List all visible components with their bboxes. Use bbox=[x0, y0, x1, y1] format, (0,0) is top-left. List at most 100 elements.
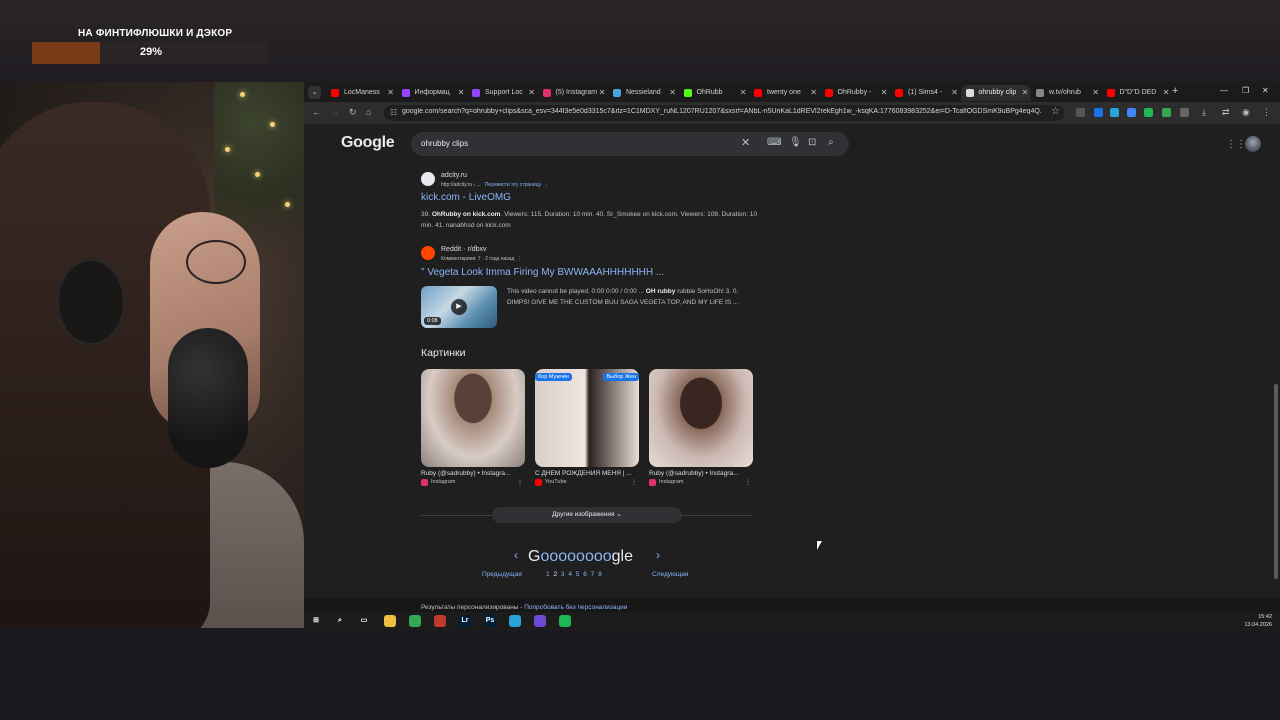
tab-close-icon[interactable]: ✕ bbox=[387, 85, 394, 101]
more-options-icon[interactable]: ⋮ bbox=[517, 479, 523, 486]
extension-icon[interactable] bbox=[1094, 108, 1103, 117]
play-icon[interactable]: ▶ bbox=[451, 299, 467, 315]
page-number-link[interactable]: 1 bbox=[546, 571, 550, 578]
result-title-link[interactable]: " Vegeta Look Imma Firing My BWWAAAHHHHH… bbox=[421, 267, 664, 278]
image-caption[interactable]: Ruby (@sadrubby) • Instagra... bbox=[649, 470, 753, 477]
browser-tab[interactable]: Информац ✕ bbox=[397, 85, 467, 101]
page-number-link[interactable]: 4 bbox=[568, 571, 572, 578]
telegram-icon[interactable] bbox=[509, 615, 521, 627]
browser-tab[interactable]: w.tv/ohrub ✕ bbox=[1031, 85, 1101, 101]
file-explorer-icon[interactable] bbox=[384, 615, 396, 627]
browser-tab[interactable]: D"D"D DED ✕ bbox=[1102, 85, 1172, 101]
tab-close-icon[interactable]: ✕ bbox=[810, 85, 817, 101]
page-number-link[interactable]: 5 bbox=[576, 571, 580, 578]
image-result[interactable]: Ruby (@sadrubby) • Instagra... Instagram… bbox=[421, 369, 525, 486]
page-scrollbar[interactable] bbox=[1274, 384, 1278, 579]
profile-icon[interactable]: ◉ bbox=[1242, 107, 1250, 118]
chrome-icon[interactable] bbox=[409, 615, 421, 627]
menu-icon[interactable]: ⋮ bbox=[1262, 107, 1271, 118]
tab-close-icon[interactable]: ✕ bbox=[669, 85, 676, 101]
translate-icon[interactable]: ⇄ bbox=[1222, 107, 1230, 118]
tab-close-icon[interactable]: ✕ bbox=[1163, 85, 1170, 101]
search-input[interactable]: ohrubby clips bbox=[421, 139, 468, 148]
browser-tab[interactable]: ohrubby clip ✕ bbox=[960, 85, 1031, 101]
forward-icon[interactable]: → bbox=[331, 107, 340, 117]
next-arrow-icon[interactable]: › bbox=[656, 548, 660, 562]
minimize-icon[interactable]: — bbox=[1220, 86, 1228, 95]
tab-close-icon[interactable]: ✕ bbox=[881, 85, 888, 101]
windows-start-icon[interactable]: ⊞ bbox=[310, 615, 322, 627]
tab-search-icon[interactable]: ⌄ bbox=[308, 86, 321, 99]
search-icon[interactable]: ⌕ bbox=[828, 137, 834, 148]
extension-icon[interactable] bbox=[1127, 108, 1136, 117]
extension-icon[interactable] bbox=[1162, 108, 1171, 117]
maximize-icon[interactable]: ❐ bbox=[1242, 86, 1249, 95]
browser-tab[interactable]: LocManess ✕ bbox=[326, 85, 396, 101]
reload-icon[interactable]: ↻ bbox=[349, 107, 357, 118]
app-red-icon[interactable] bbox=[434, 615, 446, 627]
browser-tab[interactable]: OhRubb ✕ bbox=[679, 85, 749, 101]
lightroom-icon[interactable]: Lr bbox=[459, 615, 471, 627]
page-number-link[interactable]: 3 bbox=[561, 571, 565, 578]
account-avatar[interactable] bbox=[1245, 136, 1261, 152]
tab-close-icon[interactable]: ✕ bbox=[1022, 85, 1029, 101]
tab-close-icon[interactable]: ✕ bbox=[1092, 85, 1099, 101]
page-number-link[interactable]: 7 bbox=[591, 571, 595, 578]
search-icon[interactable]: ⌕ bbox=[334, 615, 346, 627]
keyboard-icon[interactable]: ⌨ bbox=[767, 137, 781, 148]
result-title-link[interactable]: kick.com - LiveOMG bbox=[421, 192, 511, 203]
image-thumbnail[interactable] bbox=[649, 369, 753, 467]
extension-icon[interactable] bbox=[1144, 108, 1153, 117]
tab-close-icon[interactable]: ✕ bbox=[528, 85, 535, 101]
image-caption[interactable]: С ДНЕМ РОЖДЕНИЯ МЕНЯ | ... bbox=[535, 470, 639, 477]
page-number-link[interactable]: 2 bbox=[553, 571, 557, 578]
browser-tab[interactable]: (1) Sims4 - ✕ bbox=[890, 85, 960, 101]
more-options-icon[interactable]: ⋮ bbox=[745, 479, 751, 486]
spotify-icon[interactable] bbox=[559, 615, 571, 627]
mic-icon[interactable]: 🎙︎ bbox=[789, 137, 802, 148]
page-number-link[interactable]: 8 bbox=[598, 571, 602, 578]
more-images-button[interactable]: Другие изображения ⌄ bbox=[492, 507, 682, 523]
new-tab-button[interactable]: + bbox=[1172, 85, 1178, 97]
app-purple-icon[interactable] bbox=[534, 615, 546, 627]
browser-tab[interactable]: (5) Instagram ✕ bbox=[538, 85, 608, 101]
prev-arrow-icon[interactable]: ‹ bbox=[514, 548, 518, 562]
image-caption[interactable]: Ruby (@sadrubby) • Instagra... bbox=[421, 470, 525, 477]
download-icon[interactable]: ⤓ bbox=[1202, 107, 1206, 118]
site-info-icon[interactable]: ☷ bbox=[390, 108, 397, 117]
lens-icon[interactable]: ⊡ bbox=[808, 137, 816, 148]
no-personalization-link[interactable]: Попробовать без персонализации bbox=[524, 604, 627, 611]
photoshop-icon[interactable]: Ps bbox=[484, 615, 496, 627]
search-box[interactable]: ohrubby clips ✕ ⌨ 🎙︎ ⊡ ⌕ bbox=[411, 132, 849, 156]
home-icon[interactable]: ⌂ bbox=[366, 107, 371, 117]
browser-tab[interactable]: Nessieland ✕ bbox=[608, 85, 678, 101]
image-result[interactable]: Ruby (@sadrubby) • Instagra... Instagram… bbox=[649, 369, 753, 486]
image-thumbnail[interactable]: бор Мужчин Выбор Жен bbox=[535, 369, 639, 467]
browser-tab[interactable]: twenty one ✕ bbox=[749, 85, 819, 101]
more-options-icon[interactable]: ⋮ bbox=[631, 479, 637, 486]
browser-tab[interactable]: Support Loc ✕ bbox=[467, 85, 537, 101]
tab-close-icon[interactable]: ✕ bbox=[458, 85, 465, 101]
tab-close-icon[interactable]: ✕ bbox=[740, 85, 747, 101]
extensions-puzzle-icon[interactable] bbox=[1180, 108, 1189, 117]
previous-page-link[interactable]: Предыдущая bbox=[482, 571, 522, 578]
video-thumbnail[interactable]: ▶ 0:08 bbox=[421, 286, 497, 328]
address-bar[interactable]: ☷ google.com/search?q=ohrubby+clips&sca_… bbox=[384, 105, 1064, 121]
image-thumbnail[interactable] bbox=[421, 369, 525, 467]
task-view-icon[interactable]: ▭ bbox=[358, 615, 370, 627]
clear-icon[interactable]: ✕ bbox=[741, 136, 750, 149]
tab-close-icon[interactable]: ✕ bbox=[599, 85, 606, 101]
translate-link[interactable]: Перевести эту страницу bbox=[485, 182, 541, 188]
extension-icon[interactable] bbox=[1076, 108, 1085, 117]
next-page-link[interactable]: Следующая bbox=[652, 571, 688, 578]
page-number-link[interactable]: 6 bbox=[583, 571, 587, 578]
extension-icon[interactable] bbox=[1110, 108, 1119, 117]
bookmark-star-icon[interactable]: ☆ bbox=[1051, 106, 1060, 117]
image-result[interactable]: бор Мужчин Выбор Жен С ДНЕМ РОЖДЕНИЯ МЕН… bbox=[535, 369, 639, 486]
tab-close-icon[interactable]: ✕ bbox=[951, 85, 958, 101]
google-logo[interactable]: Google bbox=[341, 134, 395, 152]
close-window-icon[interactable]: ✕ bbox=[1262, 86, 1269, 95]
system-clock[interactable]: 15:42 13.04.2026 bbox=[1244, 613, 1272, 629]
back-icon[interactable]: ← bbox=[312, 107, 321, 117]
browser-tab[interactable]: OhRubby - ✕ bbox=[820, 85, 890, 101]
